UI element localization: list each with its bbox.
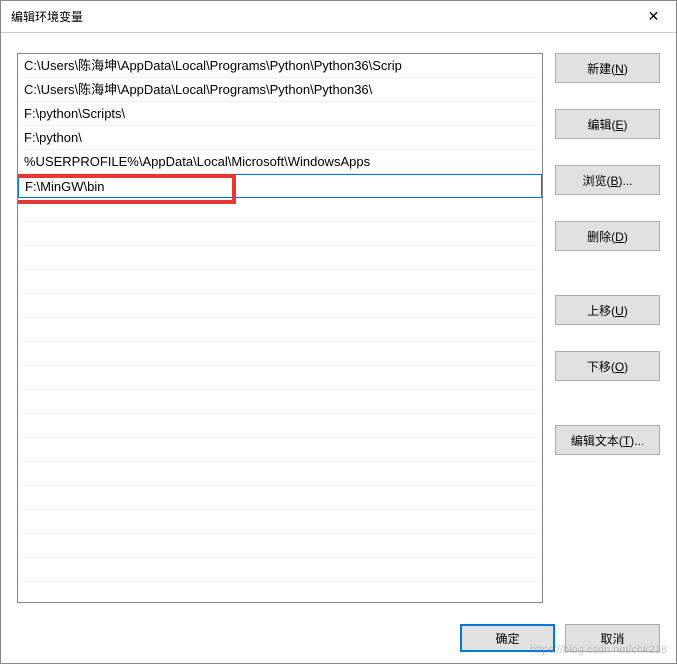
delete-button-label: 删除(D) bbox=[587, 228, 628, 245]
list-item[interactable]: F:\python\ bbox=[18, 126, 542, 150]
browse-button-label: 浏览(B)... bbox=[582, 172, 632, 189]
empty-row bbox=[18, 246, 542, 270]
gap bbox=[555, 259, 660, 287]
list-item[interactable]: C:\Users\陈海坤\AppData\Local\Programs\Pyth… bbox=[18, 78, 542, 102]
browse-button[interactable]: 浏览(B)... bbox=[555, 165, 660, 195]
window-title: 编辑环境变量 bbox=[11, 8, 83, 25]
side-button-panel: 新建(N) 编辑(E) 浏览(B)... 删除(D) 上移(U) 下移(O) 编… bbox=[555, 53, 660, 603]
ok-button[interactable]: 确定 bbox=[460, 624, 555, 652]
empty-row bbox=[18, 510, 542, 534]
gap bbox=[555, 203, 660, 213]
empty-row bbox=[18, 366, 542, 390]
delete-button[interactable]: 删除(D) bbox=[555, 221, 660, 251]
movedown-button[interactable]: 下移(O) bbox=[555, 351, 660, 381]
edittext-button-label: 编辑文本(T)... bbox=[571, 432, 644, 449]
empty-row bbox=[18, 294, 542, 318]
edit-button[interactable]: 编辑(E) bbox=[555, 109, 660, 139]
close-icon: ✕ bbox=[648, 8, 660, 25]
list-item[interactable]: %USERPROFILE%\AppData\Local\Microsoft\Wi… bbox=[18, 150, 542, 174]
empty-row bbox=[18, 222, 542, 246]
titlebar: 编辑环境变量 ✕ bbox=[1, 1, 676, 33]
edittext-button[interactable]: 编辑文本(T)... bbox=[555, 425, 660, 455]
close-button[interactable]: ✕ bbox=[631, 1, 676, 32]
empty-row bbox=[18, 318, 542, 342]
gap bbox=[555, 147, 660, 157]
edit-button-label: 编辑(E) bbox=[587, 116, 627, 133]
gap bbox=[555, 389, 660, 417]
new-button-label: 新建(N) bbox=[587, 60, 628, 77]
moveup-button[interactable]: 上移(U) bbox=[555, 295, 660, 325]
empty-row bbox=[18, 198, 542, 222]
empty-row bbox=[18, 462, 542, 486]
empty-row bbox=[18, 558, 542, 582]
new-button[interactable]: 新建(N) bbox=[555, 53, 660, 83]
list-item[interactable]: F:\python\Scripts\ bbox=[18, 102, 542, 126]
dialog-window: 编辑环境变量 ✕ C:\Users\陈海坤\AppData\Local\Prog… bbox=[0, 0, 677, 664]
dialog-footer: 确定 取消 bbox=[1, 613, 676, 663]
path-list[interactable]: C:\Users\陈海坤\AppData\Local\Programs\Pyth… bbox=[17, 53, 543, 603]
content-area: C:\Users\陈海坤\AppData\Local\Programs\Pyth… bbox=[1, 33, 676, 613]
empty-row bbox=[18, 534, 542, 558]
empty-row bbox=[18, 438, 542, 462]
gap bbox=[555, 91, 660, 101]
empty-row bbox=[18, 414, 542, 438]
empty-row bbox=[18, 486, 542, 510]
gap bbox=[555, 333, 660, 343]
cancel-button[interactable]: 取消 bbox=[565, 624, 660, 652]
list-item-editing[interactable]: F:\MinGW\bin bbox=[18, 174, 542, 198]
empty-row bbox=[18, 390, 542, 414]
empty-row bbox=[18, 342, 542, 366]
moveup-button-label: 上移(U) bbox=[587, 302, 628, 319]
movedown-button-label: 下移(O) bbox=[587, 358, 628, 375]
list-item[interactable]: C:\Users\陈海坤\AppData\Local\Programs\Pyth… bbox=[18, 54, 542, 78]
empty-row bbox=[18, 270, 542, 294]
